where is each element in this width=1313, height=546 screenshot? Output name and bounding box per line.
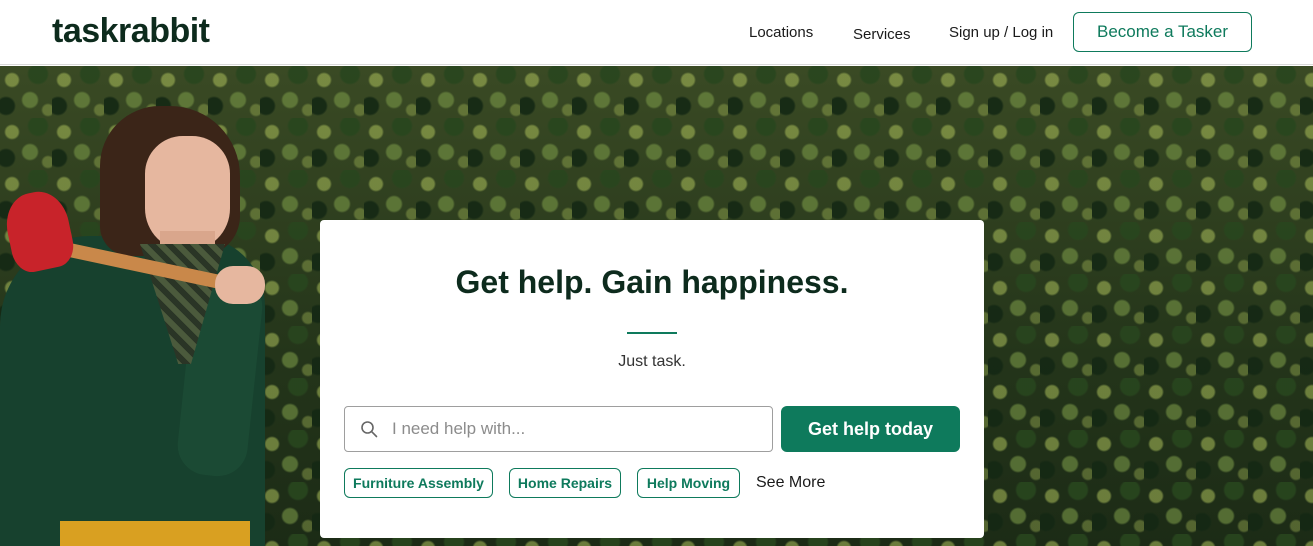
hero-tasker-image bbox=[0, 66, 300, 546]
search-box[interactable] bbox=[344, 406, 773, 452]
quick-task-help-moving[interactable]: Help Moving bbox=[637, 468, 740, 498]
tool-belt bbox=[60, 521, 250, 546]
search-icon bbox=[360, 420, 378, 438]
become-tasker-button[interactable]: Become a Tasker bbox=[1073, 12, 1252, 52]
hero-headline: Get help. Gain happiness. bbox=[455, 264, 849, 300]
top-navbar: taskrabbit Locations Services Sign up / … bbox=[0, 0, 1313, 65]
search-input[interactable] bbox=[392, 408, 762, 450]
nav-locations-link[interactable]: Locations bbox=[749, 24, 813, 41]
hero-section: Get help. Gain happiness. Just task. Get… bbox=[0, 66, 1313, 546]
quick-task-home-repairs[interactable]: Home Repairs bbox=[509, 468, 621, 498]
get-help-today-button[interactable]: Get help today bbox=[781, 406, 960, 452]
see-more-link[interactable]: See More bbox=[756, 474, 825, 492]
plunger-head bbox=[0, 186, 78, 276]
nav-services-link[interactable]: Services bbox=[853, 26, 911, 43]
tasker-hand bbox=[215, 266, 265, 304]
hero-subtitle: Just task. bbox=[618, 353, 686, 370]
search-card: Get help. Gain happiness. Just task. Get… bbox=[320, 220, 984, 538]
nav-signup-login-link[interactable]: Sign up / Log in bbox=[949, 24, 1053, 41]
headline-divider bbox=[627, 332, 677, 334]
taskrabbit-logo[interactable]: taskrabbit bbox=[52, 12, 210, 51]
quick-task-furniture-assembly[interactable]: Furniture Assembly bbox=[344, 468, 493, 498]
